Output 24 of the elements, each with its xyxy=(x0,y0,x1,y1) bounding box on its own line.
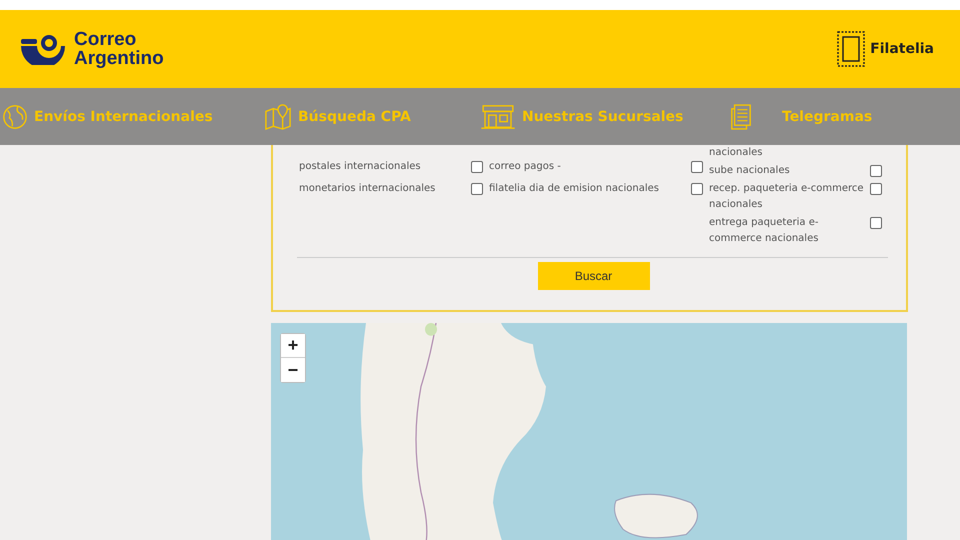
checkbox[interactable] xyxy=(870,217,882,229)
filatelia-link[interactable]: Filatelia xyxy=(836,30,934,68)
logo-icon xyxy=(20,33,66,65)
document-icon xyxy=(730,104,752,130)
search-button[interactable]: Buscar xyxy=(538,262,650,290)
checkbox[interactable] xyxy=(870,165,882,177)
checkbox[interactable] xyxy=(691,183,703,195)
logo-text[interactable]: Correo Argentino xyxy=(74,30,174,68)
stamp-icon xyxy=(836,30,866,68)
option-label: sube nacionales xyxy=(709,164,790,178)
checkbox[interactable] xyxy=(870,183,882,195)
map-pin-icon xyxy=(264,104,292,130)
option-label: entrega paqueteria e-commerce nacionales xyxy=(709,216,820,246)
store-icon xyxy=(480,104,516,130)
globe-icon xyxy=(2,104,28,130)
zoom-in-button[interactable]: + xyxy=(281,334,305,358)
checkbox[interactable] xyxy=(471,161,483,173)
option-label: correo pagos - xyxy=(489,160,561,174)
option-label: postales internacionales xyxy=(299,160,421,174)
checkbox[interactable] xyxy=(691,161,703,173)
option-label: monetarios internacionales xyxy=(299,182,436,196)
option-label: nacionales xyxy=(709,146,762,160)
checkbox[interactable] xyxy=(471,183,483,195)
option-label: filatelia dia de emision nacionales xyxy=(489,182,660,196)
